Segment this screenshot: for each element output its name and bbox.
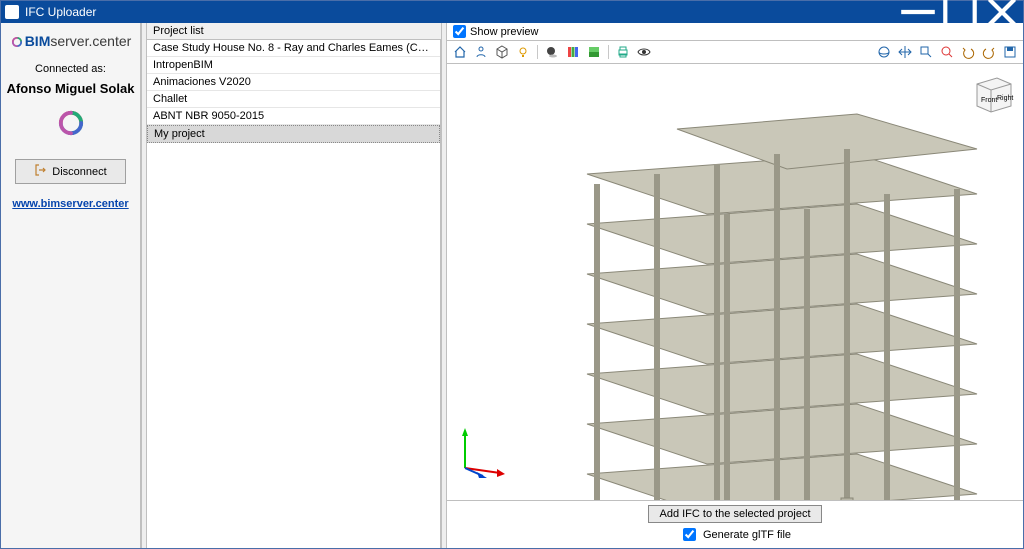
viewcube-front: Front — [981, 97, 997, 104]
toolbar-right — [875, 43, 1019, 61]
toolbar-separator — [608, 45, 609, 59]
project-item[interactable]: IntropenBIM — [147, 57, 440, 74]
minimize-button[interactable] — [897, 1, 939, 23]
titlebar: IFC Uploader — [1, 1, 1023, 23]
show-preview-checkbox[interactable] — [453, 25, 466, 38]
logo-center: .center — [88, 33, 131, 49]
app-window: IFC Uploader BIMserver.center — [0, 0, 1024, 549]
save-view-icon[interactable] — [1001, 43, 1019, 61]
close-button[interactable] — [981, 1, 1023, 23]
viewcube-right: Right — [997, 95, 1013, 102]
axes-gizmo — [455, 428, 505, 478]
project-item[interactable]: ABNT NBR 9050-2015 — [147, 108, 440, 125]
footer: Add IFC to the selected project Generate… — [447, 500, 1023, 548]
logo: BIMserver.center — [10, 33, 132, 49]
toolbar-left — [451, 43, 653, 61]
window-body: BIMserver.center Connected as: Afonso Mi… — [1, 23, 1023, 548]
project-item[interactable]: My project — [147, 125, 440, 143]
swirl-icon — [54, 106, 88, 143]
disconnect-label: Disconnect — [52, 166, 106, 178]
generate-gltf-row[interactable]: Generate glTF file — [679, 525, 791, 544]
shadow-icon[interactable] — [543, 43, 561, 61]
palette-icon[interactable] — [564, 43, 582, 61]
add-ifc-button[interactable]: Add IFC to the selected project — [648, 505, 821, 523]
connected-label: Connected as: — [35, 63, 106, 75]
redo-view-icon[interactable] — [980, 43, 998, 61]
zoom-extents-icon[interactable] — [938, 43, 956, 61]
project-list[interactable]: Case Study House No. 8 - Ray and Charles… — [147, 40, 441, 548]
show-preview-row[interactable]: Show preview — [447, 23, 1023, 41]
print-icon[interactable] — [614, 43, 632, 61]
logo-server: server — [50, 33, 88, 49]
pan-icon[interactable] — [896, 43, 914, 61]
undo-view-icon[interactable] — [959, 43, 977, 61]
disconnect-button[interactable]: Disconnect — [15, 159, 125, 184]
preview-panel: Show preview — [447, 23, 1023, 548]
logo-bim: BIM — [25, 33, 51, 49]
maximize-button[interactable] — [939, 1, 981, 23]
toolbar-separator — [537, 45, 538, 59]
project-item[interactable]: Challet — [147, 91, 440, 108]
orbit-icon[interactable] — [875, 43, 893, 61]
project-panel-title: Project list — [147, 23, 441, 40]
view-cube[interactable]: Front Right — [969, 70, 1015, 116]
zoom-window-icon[interactable] — [917, 43, 935, 61]
sidebar: BIMserver.center Connected as: Afonso Mi… — [1, 23, 141, 548]
project-panel: Project list Case Study House No. 8 - Ra… — [147, 23, 441, 548]
background-icon[interactable] — [585, 43, 603, 61]
cube-icon[interactable] — [493, 43, 511, 61]
logout-icon — [34, 164, 46, 179]
generate-gltf-checkbox[interactable] — [683, 528, 696, 541]
generate-gltf-label: Generate glTF file — [703, 529, 791, 541]
eye-icon[interactable] — [635, 43, 653, 61]
project-item[interactable]: Case Study House No. 8 - Ray and Charles… — [147, 40, 440, 57]
bimserver-link[interactable]: www.bimserver.center — [12, 198, 128, 210]
viewport-3d[interactable]: Front Right — [447, 64, 1023, 500]
viewer-toolbar — [447, 41, 1023, 64]
app-icon — [5, 5, 19, 19]
username: Afonso Miguel Solak — [7, 81, 135, 96]
person-icon[interactable] — [472, 43, 490, 61]
model-preview — [557, 94, 987, 500]
bulb-icon[interactable] — [514, 43, 532, 61]
home-icon[interactable] — [451, 43, 469, 61]
project-item[interactable]: Animaciones V2020 — [147, 74, 440, 91]
window-title: IFC Uploader — [25, 5, 897, 19]
logo-swirl-icon — [10, 35, 24, 49]
show-preview-label: Show preview — [470, 26, 538, 38]
